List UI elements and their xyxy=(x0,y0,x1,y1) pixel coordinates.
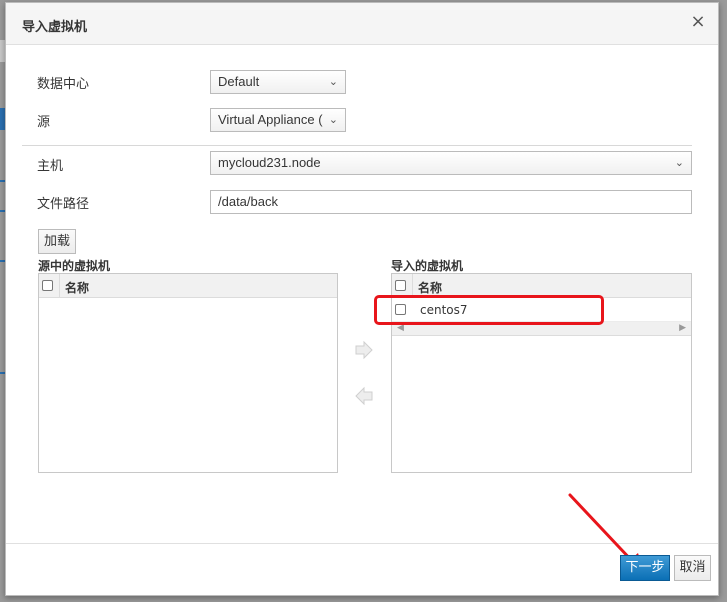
source-select-value: Virtual Appliance ( xyxy=(218,112,323,127)
source-vm-list: 名称 xyxy=(38,273,338,473)
source-list-title: 源中的虚拟机 xyxy=(38,259,111,273)
load-button[interactable]: 加载 xyxy=(38,229,76,254)
cancel-button[interactable]: 取消 xyxy=(674,555,711,581)
column-separator xyxy=(59,274,60,298)
host-select[interactable]: mycloud231.node ⌄ xyxy=(210,151,692,175)
import-column-name: 名称 xyxy=(418,281,443,295)
dialog-header: 导入虚拟机 × xyxy=(6,3,718,45)
chevron-down-icon: ⌄ xyxy=(328,114,338,126)
host-select-value: mycloud231.node xyxy=(218,155,321,170)
dialog-title: 导入虚拟机 xyxy=(22,20,88,35)
move-left-arrow-icon[interactable] xyxy=(354,386,374,406)
form-divider xyxy=(22,145,692,146)
source-column-name: 名称 xyxy=(65,281,90,295)
source-label: 源 xyxy=(37,115,51,130)
source-select[interactable]: Virtual Appliance ( ⌄ xyxy=(210,108,346,132)
import-list-title: 导入的虚拟机 xyxy=(391,259,464,273)
filepath-label: 文件路径 xyxy=(37,197,90,212)
import-vm-dialog: 导入虚拟机 × 数据中心 Default ⌄ 源 Virtual Applian… xyxy=(5,2,719,596)
move-right-arrow-icon[interactable] xyxy=(354,340,374,360)
import-select-all-checkbox[interactable] xyxy=(395,280,406,291)
filepath-input[interactable]: /data/back xyxy=(210,190,692,214)
chevron-down-icon: ⌄ xyxy=(674,157,684,169)
datacenter-select[interactable]: Default ⌄ xyxy=(210,70,346,94)
annotation-highlight-box xyxy=(374,295,604,325)
next-button[interactable]: 下一步 xyxy=(620,555,670,581)
source-select-all-checkbox[interactable] xyxy=(42,280,53,291)
source-list-header: 名称 xyxy=(39,274,337,298)
datacenter-select-value: Default xyxy=(218,74,260,89)
host-label: 主机 xyxy=(37,159,64,174)
chevron-down-icon: ⌄ xyxy=(328,76,338,88)
scroll-right-icon[interactable]: ▶ xyxy=(679,323,686,333)
datacenter-label: 数据中心 xyxy=(37,77,90,92)
close-icon[interactable]: × xyxy=(688,12,708,32)
